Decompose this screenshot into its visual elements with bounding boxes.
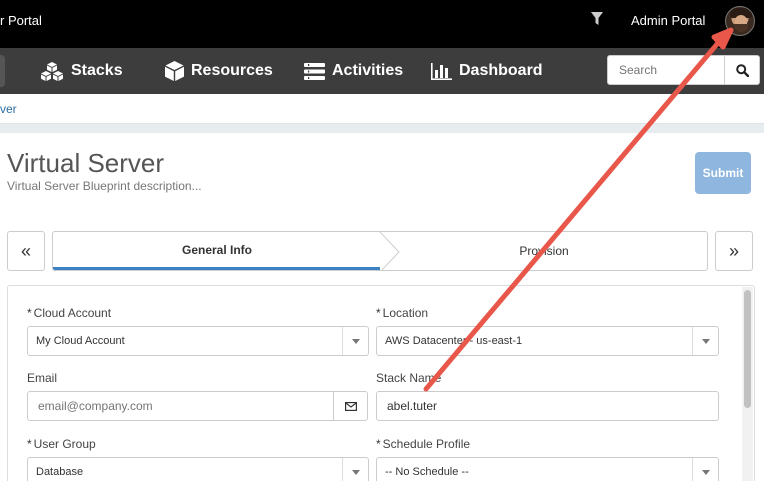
email-addon [333,391,368,421]
nav-item-resources[interactable]: Resources [165,48,273,94]
location-select[interactable]: AWS Datacenter - us-east-1 [376,326,719,356]
wizard-steps: General Info Provision [52,231,708,271]
user-group-label: * User Group [27,437,96,451]
email-field[interactable] [27,391,334,421]
cloud-account-label: * Cloud Account [27,306,111,320]
required-marker: * [376,437,381,451]
schedule-profile-label: * Schedule Profile [376,437,470,451]
tab-provision[interactable]: Provision [381,232,707,270]
chevron-down-icon [342,458,368,481]
user-group-value: Database [36,466,84,478]
stack-name-field[interactable]: abel.tuter [376,391,719,421]
schedule-profile-value: -- No Schedule -- [385,466,469,478]
list-icon [304,62,325,80]
avatar-beard [734,24,748,32]
nav-label-dashboard: Dashboard [459,62,543,79]
chevron-down-icon [692,327,718,355]
user-group-select[interactable]: Database [27,457,369,481]
cube-icon [165,61,184,81]
nav-label-activities: Activities [332,62,404,79]
location-label: * Location [376,306,428,320]
page-title: Virtual Server [7,148,165,178]
user-avatar[interactable] [725,6,755,36]
envelope-icon [344,401,357,411]
nav-item-activities[interactable]: Activities [304,48,403,94]
tab-general-info[interactable]: General Info [53,232,381,270]
search-icon [735,63,749,77]
nav-item-stacks[interactable]: Stacks [40,48,123,94]
bar-chart-icon [431,62,452,80]
submit-button[interactable]: Submit [695,152,751,194]
search-button[interactable] [725,55,760,85]
admin-portal-link[interactable]: Admin Portal [631,13,705,28]
chevron-down-icon [692,458,718,481]
schedule-profile-label-text: Schedule Profile [382,437,471,451]
cloud-account-label-text: Cloud Account [33,306,112,320]
nav-left-button[interactable] [0,55,5,87]
stack-name-label: Stack Name [376,371,442,385]
wizard-next-button[interactable]: » [715,231,753,271]
cubes-icon [41,62,63,81]
nav-label-stacks: Stacks [71,62,123,79]
search-input[interactable] [607,55,725,85]
nav-item-dashboard[interactable]: Dashboard [431,48,543,94]
chevron-down-icon [342,327,368,355]
location-value: AWS Datacenter - us-east-1 [385,335,523,347]
filter-icon[interactable] [591,12,603,26]
email-label: Email [27,371,58,385]
breadcrumb-current[interactable]: ver [0,102,17,116]
section-divider [0,123,764,133]
nav-label-resources: Resources [191,62,273,79]
page-description: Virtual Server Blueprint description... [7,179,202,193]
required-marker: * [376,306,381,320]
required-marker: * [27,437,32,451]
cloud-account-select[interactable]: My Cloud Account [27,326,369,356]
user-group-label-text: User Group [33,437,96,451]
portal-title[interactable]: r Portal [0,13,42,28]
schedule-profile-select[interactable]: -- No Schedule -- [376,457,719,481]
wizard-prev-button[interactable]: « [7,231,45,271]
top-bar: r Portal Admin Portal [0,0,764,48]
required-marker: * [27,306,32,320]
location-label-text: Location [382,306,429,320]
form-scrollbar-thumb[interactable] [744,290,751,408]
cloud-account-value: My Cloud Account [36,335,125,347]
